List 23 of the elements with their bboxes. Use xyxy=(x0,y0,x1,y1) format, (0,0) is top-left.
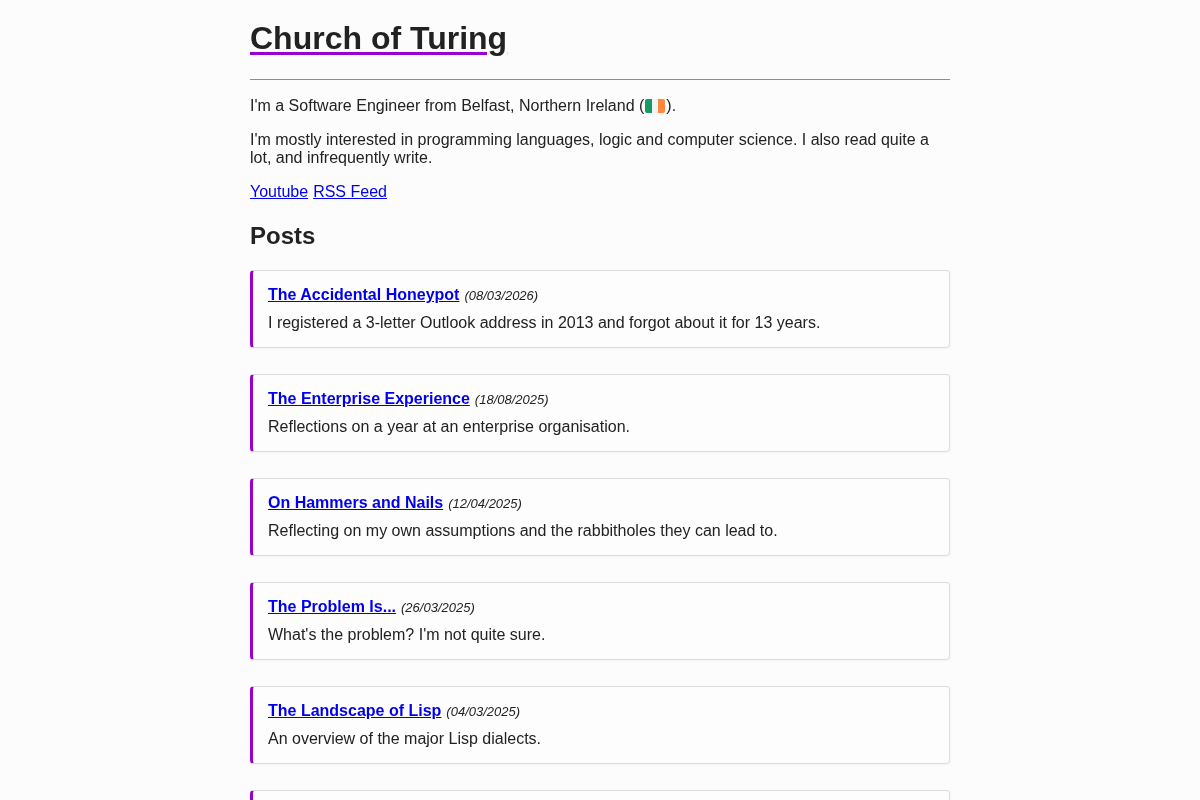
post-title-link[interactable]: The Landscape of Lisp xyxy=(268,700,442,722)
post-date: (04/03/2025) xyxy=(446,703,521,721)
post-title-link[interactable]: The Accidental Honeypot xyxy=(268,284,460,306)
profile-link[interactable]: RSS Feed xyxy=(313,183,387,201)
post-title-link[interactable]: The Enterprise Experience xyxy=(268,388,470,410)
about-text: I'm mostly interested in programming languages, logic and computer science. I also read quite a lot, and infrequently write. xyxy=(250,131,930,167)
post-summary: An overview of the major Lisp dialects. xyxy=(268,730,542,748)
post-summary: Reflections on a year at an enterprise organisation. xyxy=(268,418,631,436)
post-date: (26/03/2025) xyxy=(401,599,475,617)
post-date: (12/04/2025) xyxy=(448,495,522,513)
post-title-link[interactable]: The Problem Is... xyxy=(268,596,397,618)
post-summary: Reflecting on my own assumptions and the rabbitholes they can lead to. xyxy=(268,522,779,540)
site-title-link[interactable]: Church of Turing xyxy=(250,20,508,56)
post-title-link[interactable]: On Hammers and Nails xyxy=(268,492,444,514)
post-summary: I registered a 3-letter Outlook address in 2013 and forgot about it for 13 years. xyxy=(268,314,822,332)
intro-text: I'm a Software Engineer from Belfast, Northern Ireland ( xyxy=(250,97,645,114)
post-date: (18/08/2025) xyxy=(474,391,549,409)
post-date: (08/03/2026) xyxy=(464,287,539,305)
profile-link[interactable]: Youtube xyxy=(250,183,309,201)
post-summary: What's the problem? I'm not quite sure. xyxy=(268,626,547,644)
intro-text-end: ). xyxy=(666,97,677,114)
posts-heading: Posts xyxy=(250,222,317,250)
flag-icon xyxy=(645,99,666,113)
